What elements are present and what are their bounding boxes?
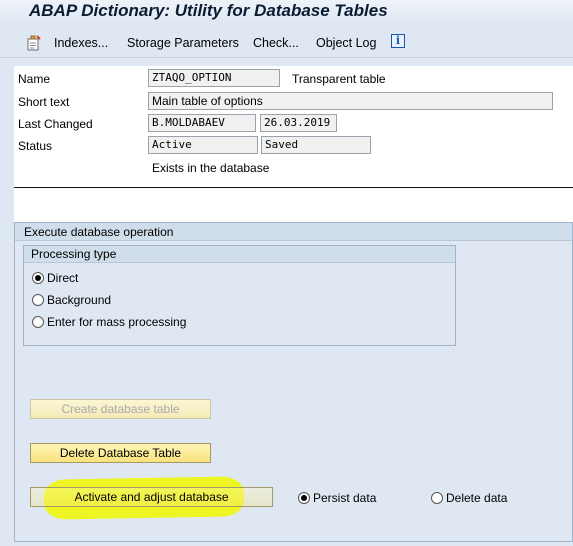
toggle-display-change-icon[interactable] xyxy=(25,35,41,51)
status-label: Status xyxy=(18,139,53,153)
separator-line xyxy=(14,187,573,188)
indexes-button[interactable]: Indexes... xyxy=(54,36,108,50)
create-database-table-button[interactable]: Create database table xyxy=(30,399,211,419)
radio-background-label: Background xyxy=(47,293,112,307)
radio-direct[interactable] xyxy=(32,272,44,284)
db-status-text: Exists in the database xyxy=(152,161,270,175)
radio-mass-processing[interactable] xyxy=(32,316,44,328)
processing-type-header: Processing type xyxy=(24,246,455,263)
window-title: ABAP Dictionary: Utility for Database Ta… xyxy=(29,1,388,20)
processing-type-title: Processing type xyxy=(31,247,117,261)
status-state-field: Saved xyxy=(261,136,371,154)
radio-background[interactable] xyxy=(32,294,44,306)
last-changed-date-field: 26.03.2019 xyxy=(260,114,337,132)
object-log-button[interactable]: Object Log xyxy=(316,36,376,50)
storage-parameters-button[interactable]: Storage Parameters xyxy=(127,36,239,50)
radio-persist-data-label: Persist data xyxy=(313,491,377,505)
execute-db-operation-header: Execute database operation xyxy=(15,223,572,241)
delete-database-table-button[interactable]: Delete Database Table xyxy=(30,443,211,463)
radio-direct-label: Direct xyxy=(47,271,79,285)
last-changed-user-field: B.MOLDABAEV xyxy=(148,114,256,132)
execute-db-operation-title: Execute database operation xyxy=(24,225,174,239)
name-label: Name xyxy=(18,72,51,86)
radio-mass-processing-label: Enter for mass processing xyxy=(47,315,187,329)
info-icon[interactable]: i xyxy=(391,34,405,48)
radio-delete-data[interactable] xyxy=(431,492,443,504)
radio-delete-data-label: Delete data xyxy=(446,491,508,505)
short-text-label: Short text xyxy=(18,95,70,109)
table-type-label: Transparent table xyxy=(292,72,386,86)
title-bar: ABAP Dictionary: Utility for Database Ta… xyxy=(0,0,573,25)
last-changed-label: Last Changed xyxy=(18,117,93,131)
application-toolbar: Indexes... Storage Parameters Check... O… xyxy=(0,28,573,58)
activate-adjust-database-button[interactable]: Activate and adjust database xyxy=(30,487,273,507)
name-field: ZTAQO_OPTION xyxy=(148,69,280,87)
short-text-field: Main table of options xyxy=(148,92,553,110)
check-button[interactable]: Check... xyxy=(253,36,299,50)
radio-persist-data[interactable] xyxy=(298,492,310,504)
status-field: Active xyxy=(148,136,258,154)
